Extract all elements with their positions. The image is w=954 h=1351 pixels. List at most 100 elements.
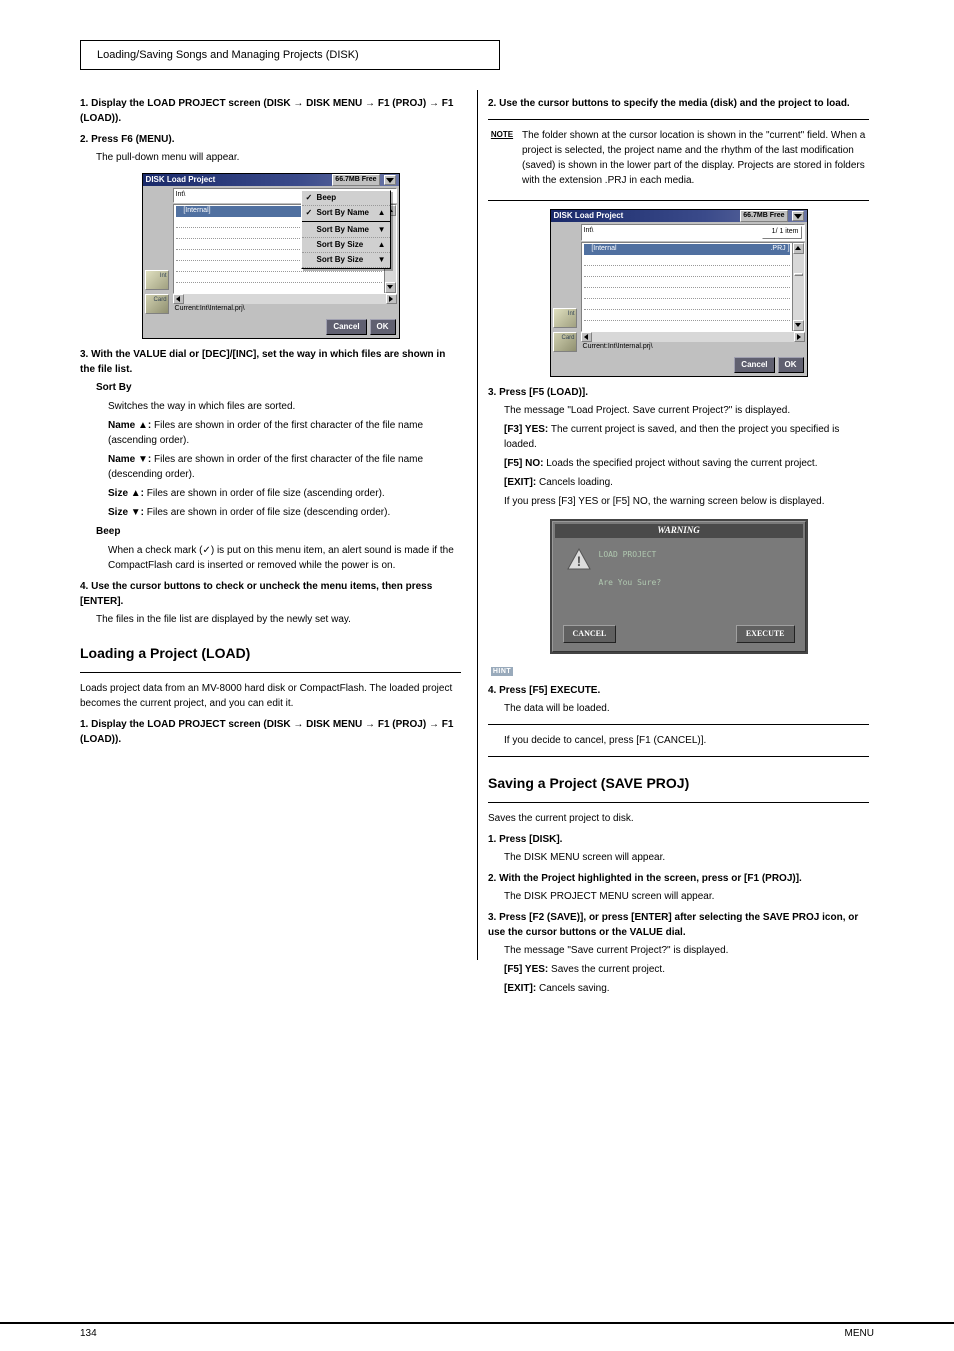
scroll-down-button[interactable] <box>385 282 396 293</box>
dialog-title: DISK Load Project <box>554 210 624 222</box>
opt-no-text: Loads the specified project without savi… <box>546 458 817 469</box>
chevron-right-icon <box>797 334 801 340</box>
drive-internal-icon[interactable]: Int <box>553 308 577 328</box>
step-3-heading: 3. With the VALUE dial or [DEC]/[INC], s… <box>80 347 461 377</box>
warning-cancel-button[interactable]: CANCEL <box>563 625 617 643</box>
warning-execute-button[interactable]: EXECUTE <box>736 625 795 643</box>
scroll-up-button[interactable] <box>793 243 804 254</box>
scroll-left-button[interactable] <box>173 294 184 304</box>
sort-name-desc-label: Name ▼: <box>108 454 151 465</box>
sort-name-asc-value: Files are shown in order of the first ch… <box>108 420 423 446</box>
warning-caption: If you press [F3] YES or [F5] NO, the wa… <box>504 494 869 509</box>
menu-dropdown-button[interactable] <box>792 211 804 221</box>
check-icon: ✓ <box>306 207 314 219</box>
save-opt-yes-text: Saves the current project. <box>551 964 665 975</box>
chevron-up-icon <box>795 246 801 250</box>
scroll-right-button[interactable] <box>794 332 805 342</box>
sort-name-desc-value: Files are shown in order of the first ch… <box>108 454 423 480</box>
dialog-title: DISK Load Project <box>146 174 216 186</box>
chevron-left-icon <box>176 296 180 302</box>
step-3c-body: The message "Save current Project?" is d… <box>504 943 869 958</box>
chevron-left-icon <box>584 334 588 340</box>
page-header-title: Loading/Saving Songs and Managing Projec… <box>97 49 359 61</box>
warning-icon: ! <box>567 548 591 570</box>
sort-by-body: Switches the way in which files are sort… <box>108 399 461 414</box>
sort-size-desc-value: Files are shown in order of file size (d… <box>147 507 390 518</box>
section-divider <box>80 672 461 673</box>
menu-dropdown-button[interactable] <box>384 175 396 185</box>
opt-exit-label: [EXIT]: <box>504 477 536 488</box>
cancel-button[interactable]: Cancel <box>326 319 366 335</box>
chevron-right-icon <box>389 296 393 302</box>
chevron-down-icon <box>386 178 394 183</box>
list-item <box>584 255 790 266</box>
note-text: The folder shown at the cursor location … <box>522 128 869 188</box>
step-3b-body: The message "Load Project. Save current … <box>504 403 869 418</box>
dialog-load-project: DISK Load Project 66.7MB Free Int Card I… <box>550 209 808 377</box>
save-opt-exit-label: [EXIT]: <box>504 983 536 994</box>
sort-asc-icon: ▲ <box>378 207 386 219</box>
file-list[interactable]: [Internal .PRJ ] <box>581 242 805 332</box>
drive-card-icon[interactable]: Card <box>553 332 577 352</box>
status-line: Current:Int\Internal.prj\ <box>173 304 397 315</box>
sort-size-desc-label: Size ▼: <box>108 507 144 518</box>
ok-button[interactable]: OK <box>778 357 804 373</box>
step-4b-heading: 4. Press [F5] EXECUTE. <box>488 683 869 698</box>
opt-yes-label: [F3] YES: <box>504 424 548 435</box>
step-4-heading: 4. Use the cursor buttons to check or un… <box>80 579 461 609</box>
note-icon: NOTE <box>488 128 516 142</box>
menu-item-sort-name-asc[interactable]: ✓ Sort By Name ▲ <box>302 206 390 222</box>
step-1c-heading: 1. Press [DISK]. <box>488 832 869 847</box>
sort-size-asc-label: Size ▲: <box>108 488 144 499</box>
list-item[interactable]: [Internal .PRJ ] <box>584 244 790 255</box>
scroll-down-button[interactable] <box>793 320 804 331</box>
page-header-box: Loading/Saving Songs and Managing Projec… <box>80 40 500 70</box>
sort-desc-icon: ▼ <box>378 224 386 236</box>
beep-body: When a check mark (✓) is put on this men… <box>108 543 461 573</box>
list-item <box>584 266 790 277</box>
sort-desc-icon: ▼ <box>378 254 386 266</box>
dialog-load-project-with-menu: DISK Load Project 66.7MB Free Int Card I… <box>142 173 400 339</box>
scroll-thumb[interactable] <box>794 273 803 276</box>
hr <box>488 119 869 120</box>
vertical-scrollbar[interactable] <box>792 243 804 331</box>
step-4b-body: The data will be loaded. <box>504 701 869 716</box>
section-divider <box>488 802 869 803</box>
menu-item-beep[interactable]: ✓ Beep <box>302 191 390 206</box>
list-item <box>584 299 790 310</box>
hr <box>488 756 869 757</box>
step-2-body: The pull-down menu will appear. <box>96 150 461 165</box>
menu-item-sort-size-asc[interactable]: Sort By Size ▲ <box>302 238 390 253</box>
horizontal-scrollbar[interactable] <box>581 332 805 342</box>
scroll-right-button[interactable] <box>386 294 397 304</box>
warning-dialog: WARNING ! LOAD PROJECT Are You Sure? CAN… <box>550 519 808 654</box>
step-1c-body: The DISK MENU screen will appear. <box>504 850 869 865</box>
step-3c-heading: 3. Press [F2 (SAVE)], or press [ENTER] a… <box>488 910 869 940</box>
warning-title: WARNING <box>555 524 803 538</box>
horizontal-scrollbar[interactable] <box>173 294 397 304</box>
opt-exit-text: Cancels loading. <box>539 477 613 488</box>
page-number: 134 <box>80 1328 97 1339</box>
ok-button[interactable]: OK <box>370 319 396 335</box>
section-title-save: Saving a Project (SAVE PROJ) <box>488 773 869 794</box>
drive-card-icon[interactable]: Card <box>145 294 169 314</box>
free-space-badge: 66.7MB Free <box>332 174 379 187</box>
drive-internal-icon[interactable]: Int <box>145 270 169 290</box>
chevron-down-icon <box>387 285 393 289</box>
step-2c-heading: 2. With the Project highlighted in the s… <box>488 871 869 886</box>
menu-item-sort-size-desc[interactable]: Sort By Size ▼ <box>302 253 390 268</box>
scroll-left-button[interactable] <box>581 332 592 342</box>
svg-text:!: ! <box>576 553 581 569</box>
step-2b-heading: 2. Use the cursor buttons to specify the… <box>488 96 869 111</box>
step-2-heading: 2. Press F6 (MENU). <box>80 132 461 147</box>
load-body: Loads project data from an MV-8000 hard … <box>80 681 461 711</box>
sort-by-label: Sort By <box>96 382 132 393</box>
cancel-button[interactable]: Cancel <box>734 357 774 373</box>
hint-text: If you decide to cancel, press [F1 (CANC… <box>504 733 869 748</box>
item-count: 1/ 1 item <box>762 226 802 239</box>
section-title-load: Loading a Project (LOAD) <box>80 643 461 664</box>
warning-line-2: Are You Sure? <box>599 576 662 590</box>
step-2c-body: The DISK PROJECT MENU screen will appear… <box>504 889 869 904</box>
chevron-down-icon <box>794 214 802 219</box>
menu-item-sort-name-desc[interactable]: Sort By Name ▼ <box>302 223 390 238</box>
